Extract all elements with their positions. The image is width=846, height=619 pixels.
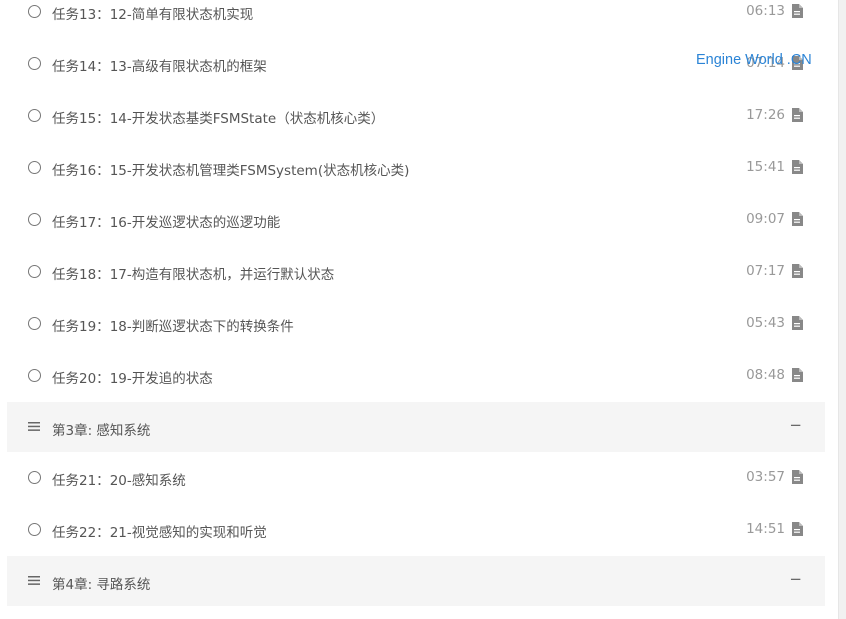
task-title: 18-判断巡逻状态下的转换条件 [109,319,294,335]
task-duration: 15:41 [746,159,785,175]
task-duration: 05:43 [746,315,785,331]
task-row[interactable]: 任务21：20-感知系统 03:57 [7,452,825,504]
status-circle-icon [28,317,41,330]
status-circle-icon [28,213,41,226]
task-title: 13-高级有限状态机的框架 [109,59,267,75]
task-label: 任务20： [52,371,110,387]
chapter-title: 第3章: 感知系统 [52,423,151,439]
status-circle-icon [28,265,41,278]
document-icon [792,470,803,484]
task-row[interactable]: 任务15：14-开发状态基类FSMState（状态机核心类） 17:26 [7,90,825,142]
task-title: 15-开发状态机管理类FSMSystem(状态机核心类) [109,163,410,179]
document-icon [792,264,803,278]
status-circle-icon [28,471,41,484]
document-icon [792,316,803,330]
status-circle-icon [28,5,41,18]
document-icon [792,212,803,226]
task-label: 任务18： [52,267,110,283]
status-circle-icon [28,369,41,382]
task-duration: 06:13 [746,3,785,19]
status-circle-icon [28,109,41,122]
task-row[interactable]: 任务16：15-开发状态机管理类FSMSystem(状态机核心类) 15:41 [7,142,825,194]
status-circle-icon [28,161,41,174]
task-label: 任务21： [52,473,110,489]
chapter-header[interactable]: 第3章: 感知系统 − [7,402,825,452]
task-duration: 14:51 [746,521,785,537]
menu-icon [28,422,40,431]
document-icon [792,368,803,382]
collapse-toggle[interactable]: − [789,416,802,434]
task-title: 12-简单有限状态机实现 [109,7,254,23]
task-title: 19-开发追的状态 [109,371,213,387]
document-icon [792,108,803,122]
chapter-header[interactable]: 第4章: 寻路系统 − [7,556,825,606]
task-title: 21-视觉感知的实现和听觉 [109,525,267,541]
task-title: 20-感知系统 [109,473,186,489]
task-duration: 17:26 [746,107,785,123]
task-title: 14-开发状态基类FSMState（状态机核心类） [109,111,385,127]
task-duration: 07:17 [746,263,785,279]
task-row[interactable]: 任务19：18-判断巡逻状态下的转换条件 05:43 [7,298,825,350]
document-icon [792,522,803,536]
watermark: Engine World .CN [696,52,812,68]
task-duration: 09:07 [746,211,785,227]
task-label: 任务13： [52,7,110,23]
task-title: 17-构造有限状态机，并运行默认状态 [109,267,335,283]
collapse-toggle[interactable]: − [789,570,802,588]
task-label: 任务19： [52,319,110,335]
task-row[interactable]: 任务13：12-简单有限状态机实现 06:13 [7,0,825,38]
scrollbar[interactable] [838,0,846,619]
task-row[interactable]: 任务17：16-开发巡逻状态的巡逻功能 09:07 [7,194,825,246]
task-title: 16-开发巡逻状态的巡逻功能 [109,215,281,231]
status-circle-icon [28,523,41,536]
menu-icon [28,576,40,585]
document-icon [792,160,803,174]
document-icon [792,4,803,18]
task-row[interactable]: 任务20：19-开发追的状态 08:48 [7,350,825,402]
status-circle-icon [28,57,41,70]
task-row[interactable]: 任务22：21-视觉感知的实现和听觉 14:51 [7,504,825,556]
task-label: 任务14： [52,59,110,75]
task-duration: 03:57 [746,469,785,485]
chapter-title: 第4章: 寻路系统 [52,577,151,593]
task-duration: 08:48 [746,367,785,383]
task-label: 任务16： [52,163,110,179]
task-label: 任务15： [52,111,110,127]
task-label: 任务22： [52,525,110,541]
course-outline-list: 任务13：12-简单有限状态机实现 06:13 任务14：13-高级有限状态机的… [7,0,825,606]
task-label: 任务17： [52,215,110,231]
task-row[interactable]: 任务18：17-构造有限状态机，并运行默认状态 07:17 [7,246,825,298]
